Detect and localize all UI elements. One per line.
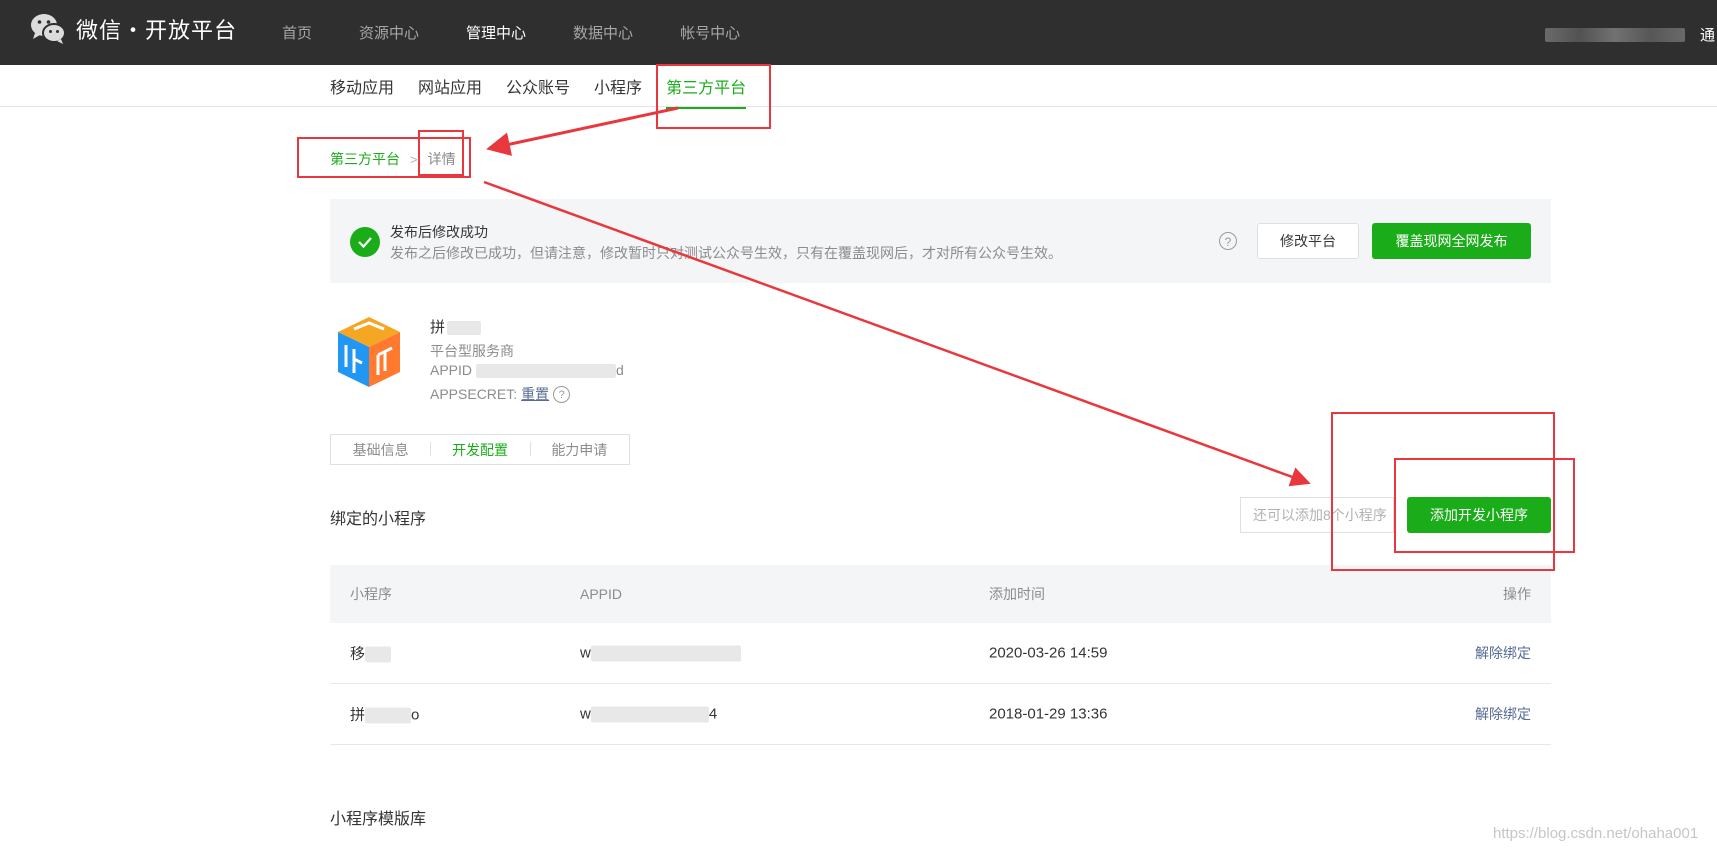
success-check-icon (350, 227, 380, 257)
notice-description: 发布之后修改已成功，但请注意，修改暂时只对测试公众号生效，只有在覆盖现网后，才对… (390, 245, 1062, 261)
watermark: https://blog.csdn.net/ohaha001 (1493, 825, 1699, 842)
table-row: 拼o w4 2018-01-29 13:36 解除绑定 (330, 684, 1551, 745)
bound-table: 小程序 APPID 添加时间 操作 移 w 2020-03-26 14:59 解… (330, 565, 1551, 745)
tab-capability[interactable]: 能力申请 (529, 440, 629, 460)
template-library-title: 小程序模版库 (330, 811, 427, 828)
publish-all-button[interactable]: 覆盖现网全网发布 (1372, 223, 1531, 259)
nav-management[interactable]: 管理中心 (466, 22, 526, 43)
help-icon[interactable]: ? (1219, 232, 1237, 250)
notice-title: 发布后修改成功 (390, 224, 488, 240)
row-name: 移 (350, 643, 392, 664)
row-appid: w4 (580, 705, 718, 723)
tab-basic-info[interactable]: 基础信息 (331, 440, 430, 460)
user-name[interactable]: 通 (1700, 24, 1715, 45)
bound-section-title: 绑定的小程序 (330, 511, 427, 528)
table-header: 小程序 APPID 添加时间 操作 (330, 565, 1551, 623)
annotation-box-detail (418, 130, 464, 176)
publish-notice: 发布后修改成功 发布之后修改已成功，但请注意，修改暂时只对测试公众号生效，只有在… (330, 199, 1551, 283)
app-logo (338, 317, 400, 387)
edit-platform-button[interactable]: 修改平台 (1257, 223, 1359, 259)
row-appid: w (580, 644, 741, 662)
logo[interactable]: 微信・开放平台 (30, 12, 237, 46)
wechat-logo-icon (31, 14, 66, 44)
nav-account[interactable]: 帐号中心 (680, 22, 740, 43)
unbind-link[interactable]: 解除绑定 (1475, 704, 1531, 724)
unbind-link[interactable]: 解除绑定 (1475, 643, 1531, 663)
row-time: 2018-01-29 13:36 (989, 705, 1108, 723)
app-name: 拼 (430, 316, 482, 337)
subnav-website-app[interactable]: 网站应用 (418, 74, 482, 98)
top-nav: 首页 资源中心 管理中心 数据中心 帐号中心 (282, 0, 787, 65)
col-action: 操作 (1503, 586, 1531, 602)
subnav-official-account[interactable]: 公众账号 (506, 74, 570, 98)
app-secret: APPSECRET: 重置 ? (430, 384, 571, 404)
tab-dev-config[interactable]: 开发配置 (430, 440, 529, 460)
row-name: 拼o (350, 706, 420, 724)
secret-help-icon[interactable]: ? (553, 385, 571, 403)
col-appid: APPID (580, 586, 623, 602)
col-miniprogram: 小程序 (350, 586, 392, 602)
detail-tabs: 基础信息 开发配置 能力申请 (330, 434, 630, 465)
row-time: 2020-03-26 14:59 (989, 644, 1108, 662)
brand-title: 微信・开放平台 (76, 18, 238, 43)
top-bar: 微信・开放平台 首页 资源中心 管理中心 数据中心 帐号中心 通 (0, 0, 1717, 65)
reset-secret-link[interactable]: 重置 (521, 384, 549, 404)
nav-home[interactable]: 首页 (282, 22, 312, 43)
nav-data[interactable]: 数据中心 (573, 22, 633, 43)
nav-resources[interactable]: 资源中心 (359, 22, 419, 43)
subnav-mobile-app[interactable]: 移动应用 (330, 74, 394, 98)
app-appid: APPID d (430, 362, 624, 379)
sub-nav: 移动应用 网站应用 公众账号 小程序 第三方平台 (0, 65, 1717, 109)
subnav-mini-program[interactable]: 小程序 (594, 74, 642, 98)
annotation-box-subnav (656, 64, 771, 129)
app-type: 平台型服务商 (430, 343, 514, 359)
table-row: 移 w 2020-03-26 14:59 解除绑定 (330, 623, 1551, 684)
col-added-time: 添加时间 (989, 586, 1045, 602)
user-account-redacted[interactable] (1545, 28, 1685, 42)
annotation-box-add-button (1394, 458, 1575, 553)
